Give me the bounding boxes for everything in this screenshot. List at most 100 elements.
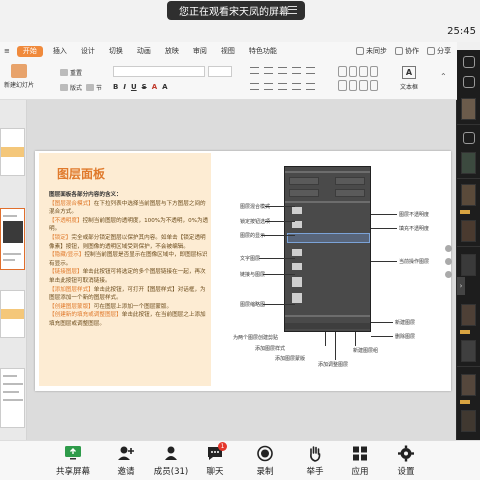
paragraph: 【隐藏/显示】控制当前图层是否显示在图像区域中，即图层标识有显示。	[49, 251, 209, 268]
shape-icon[interactable]	[348, 80, 357, 91]
canvas-side-controls	[445, 245, 454, 305]
reset-button[interactable]: 重置	[60, 68, 82, 77]
chat-button[interactable]: 1 聊天	[194, 442, 236, 477]
paragraph: 图层面板各部分内容的含义：	[49, 191, 209, 200]
annotation: 新建图层	[395, 320, 416, 326]
indent-icon[interactable]	[278, 67, 287, 74]
share-notice-text: 您正在观看宋天凤的屏幕	[179, 7, 289, 18]
record-button[interactable]: 录制	[244, 445, 286, 477]
shape-icon[interactable]	[369, 66, 378, 77]
participant-video[interactable]	[461, 152, 476, 174]
share-screen-button[interactable]: 共享屏幕	[52, 445, 94, 477]
tab-features[interactable]: 特色功能	[242, 42, 284, 60]
menu-icon[interactable]: ≡	[0, 42, 14, 60]
format-buttons: B I U S A A	[113, 83, 168, 91]
pane-tool-icon[interactable]	[463, 76, 475, 88]
menu-icon[interactable]	[288, 6, 297, 14]
participant-video[interactable]	[461, 304, 476, 326]
shape-icon[interactable]	[359, 80, 368, 91]
outdent-icon[interactable]	[292, 67, 301, 74]
zoom-out-icon[interactable]	[445, 258, 452, 265]
paragraph-heading: 图层面板各部分内容的含义：	[49, 192, 122, 198]
tab-animation[interactable]: 动画	[130, 42, 158, 60]
participant-video[interactable]	[461, 98, 476, 120]
apps-button[interactable]: 应用	[339, 445, 381, 477]
participant-video[interactable]	[461, 220, 476, 242]
record-icon	[256, 445, 274, 462]
tab-design[interactable]: 设计	[74, 42, 102, 60]
new-slide-icon	[11, 64, 27, 78]
tab-slideshow[interactable]: 放映	[158, 42, 186, 60]
participant-video[interactable]	[461, 254, 476, 276]
shape-icon[interactable]	[369, 80, 378, 91]
shape-icon[interactable]	[359, 66, 368, 77]
section-button[interactable]: 节	[86, 83, 102, 92]
raise-hand-label: 举手	[306, 467, 324, 477]
italic-button[interactable]: I	[123, 83, 126, 91]
new-slide-button[interactable]: 新建幻灯片	[4, 64, 34, 89]
slide-thumbnail-selected[interactable]	[0, 208, 25, 270]
bullets-icon[interactable]	[250, 67, 259, 74]
layout-button[interactable]: 版式	[60, 83, 82, 92]
screen: 您正在观看宋天凤的屏幕 25:45 ≡ 开始 插入 设计 切换 动画 放映 审阅…	[0, 0, 480, 480]
shape-gallery[interactable]	[338, 66, 378, 92]
align-right-icon[interactable]	[278, 83, 287, 90]
zoom-in-icon[interactable]	[445, 245, 452, 252]
current-slide[interactable]: 图层面板 图层面板各部分内容的含义： 【图层混合模式】在下拉列表中选择当前图层与…	[35, 151, 451, 391]
paragraph-heading: 【创建图层蒙版】	[49, 303, 94, 310]
align-center-icon[interactable]	[264, 83, 273, 90]
tab-review[interactable]: 审阅	[186, 42, 214, 60]
font-color-button[interactable]: A	[152, 83, 157, 91]
collab-label: 协作	[405, 47, 419, 55]
tab-view[interactable]: 视图	[214, 42, 242, 60]
font-family-select[interactable]	[113, 66, 205, 77]
strikethrough-button[interactable]: S	[142, 83, 147, 91]
numbering-icon[interactable]	[264, 67, 273, 74]
font-size-select[interactable]	[208, 66, 232, 77]
annotation: 链接与图层	[240, 272, 266, 278]
tab-transition[interactable]: 切换	[102, 42, 130, 60]
right-side-pane: ›	[457, 42, 480, 440]
paragraph-heading: 【添加图层样式】	[49, 286, 94, 293]
align-left-icon[interactable]	[250, 83, 259, 90]
apps-icon	[351, 445, 369, 462]
columns-icon[interactable]	[306, 83, 315, 90]
bold-button[interactable]: B	[113, 83, 118, 91]
participant-video[interactable]	[461, 410, 476, 432]
shape-icon[interactable]	[338, 66, 347, 77]
slide-thumbnail[interactable]	[0, 290, 25, 338]
collapse-ribbon-icon[interactable]: ⌃	[440, 72, 450, 82]
tab-home[interactable]: 开始	[16, 45, 43, 57]
highlight-button[interactable]: A	[162, 83, 167, 91]
expand-pane-icon[interactable]: ›	[457, 277, 465, 295]
tab-insert[interactable]: 插入	[46, 42, 74, 60]
unsync-button[interactable]: 未同步	[356, 46, 387, 56]
layout-label: 版式	[70, 85, 83, 92]
raise-hand-button[interactable]: 举手	[294, 445, 336, 477]
meeting-top-bar: 您正在观看宋天凤的屏幕 25:45	[0, 0, 480, 42]
paragraph-heading: 【创建新的填充或调整图层】	[49, 312, 122, 319]
pane-tool-icon[interactable]	[463, 56, 475, 68]
screen-share-notice[interactable]: 您正在观看宋天凤的屏幕	[167, 1, 305, 20]
shape-icon[interactable]	[338, 80, 347, 91]
slide-thumbnail[interactable]	[0, 128, 25, 176]
justify-icon[interactable]	[292, 83, 301, 90]
slide-paragraphs: 图层面板各部分内容的含义： 【图层混合模式】在下拉列表中选择当前图层与下方图层之…	[49, 191, 209, 329]
collab-button[interactable]: 协作	[395, 46, 419, 56]
slide-thumbnail[interactable]	[0, 368, 25, 428]
fit-icon[interactable]	[445, 271, 452, 278]
underline-button[interactable]: U	[131, 83, 137, 91]
settings-button[interactable]: 设置	[385, 445, 427, 477]
members-button[interactable]: 成员(31)	[150, 445, 192, 477]
pane-tool-icon[interactable]	[463, 132, 475, 144]
share-button[interactable]: 分享	[427, 46, 451, 56]
paragraph-body: 完全或部分锁定图层以保护其内容。如单击【锁定透明像素】按钮，则图像的透明区域受到…	[49, 234, 206, 250]
participant-video[interactable]	[461, 374, 476, 396]
participant-video[interactable]	[461, 340, 476, 362]
invite-button[interactable]: 邀请	[105, 445, 147, 477]
alignment-buttons	[250, 83, 315, 90]
participant-video[interactable]	[461, 184, 476, 206]
textbox-button[interactable]: A 文本框	[396, 66, 422, 91]
shape-icon[interactable]	[348, 66, 357, 77]
line-spacing-icon[interactable]	[306, 67, 315, 74]
